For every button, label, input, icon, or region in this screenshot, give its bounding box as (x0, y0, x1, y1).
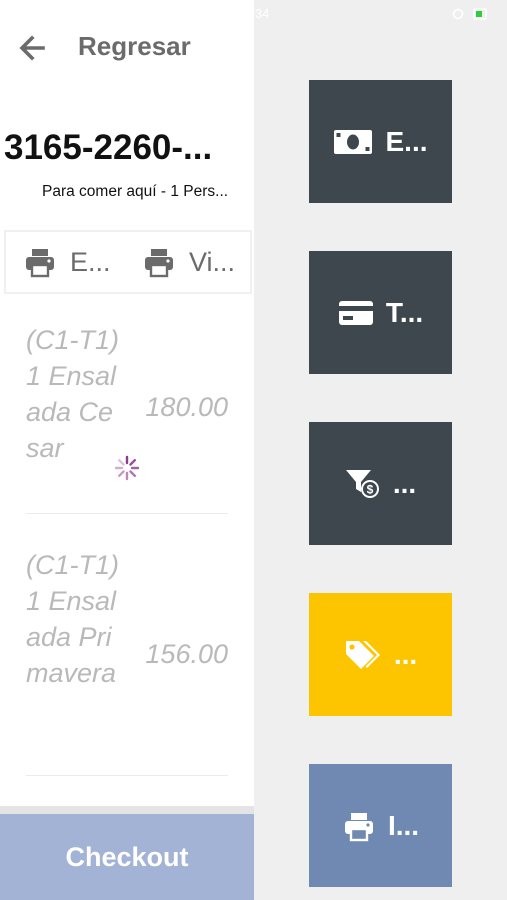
list-item[interactable]: (C1-T1) 1 Ensalada Primavera 156.00 (26, 547, 228, 776)
item-price: 180.00 (145, 392, 228, 422)
print-e-label: E... (70, 246, 111, 277)
order-actions-bar: E... Vi... (4, 230, 252, 294)
card-payment-button[interactable]: T... (309, 251, 452, 374)
order-subtitle: Para comer aquí - 1 Pers... (42, 183, 229, 200)
print-vi-label: Vi... (189, 246, 236, 277)
print-vi-button[interactable]: Vi... (143, 232, 235, 292)
printer-icon (344, 812, 373, 841)
discount-filter-button[interactable]: $ ... (309, 422, 452, 545)
checkout-button[interactable]: Checkout (0, 814, 254, 900)
tags-button[interactable]: ... (309, 593, 452, 716)
order-number: 3165-2260-... (4, 128, 213, 167)
divider (0, 806, 254, 814)
back-label: Regresar (78, 31, 191, 61)
printer-icon (145, 249, 173, 278)
list-item[interactable]: (C1-T1) 1 Ensalada Cesar 180.00 (26, 322, 228, 514)
credit-card-icon (338, 300, 373, 325)
print-label: I... (387, 809, 420, 841)
back-button[interactable]: Regresar (0, 20, 254, 76)
discount-filter-icon: $ (345, 469, 379, 498)
cash-payment-label: E... (385, 125, 428, 157)
item-description: (C1-T1) 1 Ensalada Cesar (26, 325, 119, 463)
order-items-list: (C1-T1) 1 Ensalada Cesar 180.00 (C1-T1) … (0, 296, 254, 808)
status-icons (452, 8, 487, 20)
discount-filter-label: ... (392, 467, 417, 499)
printer-icon (26, 249, 54, 278)
status-bar-time: 34 (255, 6, 270, 21)
card-payment-label: T... (385, 296, 424, 328)
cash-payment-button[interactable]: E... (309, 80, 452, 203)
print-e-button[interactable]: E... (24, 232, 111, 292)
loading-spinner-icon (114, 455, 140, 481)
back-arrow-icon (19, 35, 45, 61)
item-description: (C1-T1) 1 Ensalada Primavera (26, 550, 119, 688)
cash-icon (334, 129, 373, 154)
svg-text:$: $ (366, 482, 373, 496)
item-price: 156.00 (145, 639, 228, 669)
order-panel: Regresar 3165-2260-... Para comer aquí -… (0, 0, 254, 900)
tags-icon (345, 640, 380, 669)
print-button[interactable]: I... (309, 764, 452, 887)
tags-label: ... (393, 638, 418, 670)
